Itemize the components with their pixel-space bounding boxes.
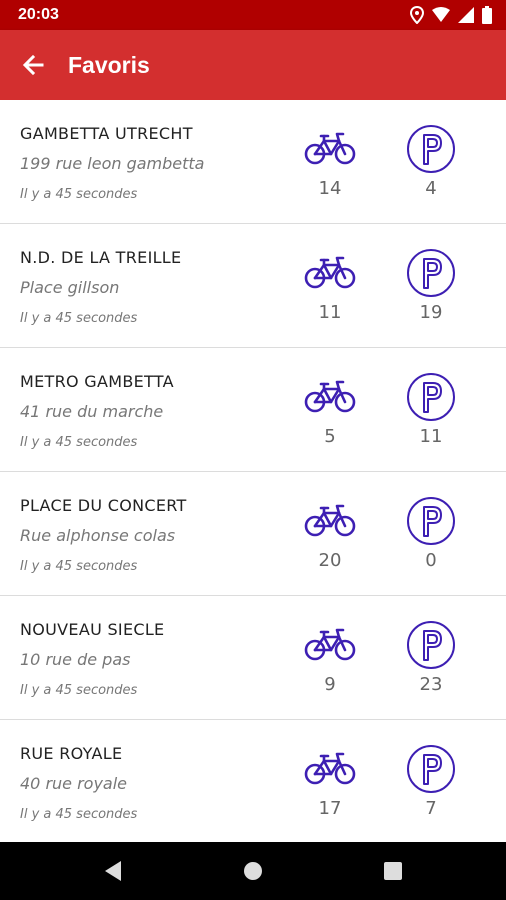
status-icons <box>410 6 492 24</box>
available-parking-count: 0 <box>425 550 437 571</box>
parking-icon <box>407 745 455 793</box>
back-button[interactable] <box>18 50 48 80</box>
station-address: 41 rue du marche <box>20 402 164 421</box>
available-parking-count: 19 <box>419 302 443 323</box>
available-parking-count: 7 <box>425 798 437 819</box>
page-title: Favoris <box>68 52 150 78</box>
parking-icon <box>407 373 455 421</box>
station-name: PLACE DU CONCERT <box>20 496 187 515</box>
parking-icon <box>407 621 455 669</box>
station-updated: Il y a 45 secondes <box>20 311 138 326</box>
parking-icon <box>407 125 455 173</box>
station-address: Place gillson <box>20 278 120 297</box>
triangle-back-icon <box>105 861 121 881</box>
station-updated: Il y a 45 secondes <box>20 559 138 574</box>
favorites-list: GAMBETTA UTRECHT 199 rue leon gambetta I… <box>0 100 506 842</box>
available-parking-count: 4 <box>425 178 437 199</box>
station-row[interactable]: PLACE DU CONCERT Rue alphonse colas Il y… <box>0 472 506 596</box>
station-row[interactable]: RUE ROYALE 40 rue royale Il y a 45 secon… <box>0 720 506 842</box>
bike-icon <box>304 256 356 289</box>
station-name: NOUVEAU SIECLE <box>20 620 165 639</box>
station-name: N.D. DE LA TREILLE <box>20 248 182 267</box>
battery-icon <box>482 6 492 24</box>
available-bikes-count: 14 <box>318 178 342 199</box>
status-time: 20:03 <box>18 6 59 23</box>
available-bikes-count: 17 <box>318 798 342 819</box>
circle-home-icon <box>244 862 262 880</box>
location-icon <box>410 6 424 24</box>
station-address: 40 rue royale <box>20 774 128 793</box>
available-bikes-count: 11 <box>318 302 342 323</box>
bike-icon <box>304 752 356 785</box>
signal-icon <box>458 7 474 23</box>
nav-home-button[interactable] <box>238 856 268 886</box>
parking-icon <box>407 497 455 545</box>
station-row[interactable]: NOUVEAU SIECLE 10 rue de pas Il y a 45 s… <box>0 596 506 720</box>
station-address: 199 rue leon gambetta <box>20 154 205 173</box>
nav-back-button[interactable] <box>98 856 128 886</box>
station-updated: Il y a 45 secondes <box>20 807 138 822</box>
station-updated: Il y a 45 secondes <box>20 683 138 698</box>
bike-icon <box>304 628 356 661</box>
status-bar: 20:03 <box>0 0 506 30</box>
wifi-icon <box>432 7 450 22</box>
station-row[interactable]: METRO GAMBETTA 41 rue du marche Il y a 4… <box>0 348 506 472</box>
available-bikes-count: 20 <box>318 550 342 571</box>
station-address: 10 rue de pas <box>20 650 131 669</box>
station-name: METRO GAMBETTA <box>20 372 174 391</box>
station-address: Rue alphonse colas <box>20 526 176 545</box>
arrow-back-icon <box>22 54 44 76</box>
station-row[interactable]: GAMBETTA UTRECHT 199 rue leon gambetta I… <box>0 100 506 224</box>
station-updated: Il y a 45 secondes <box>20 187 138 202</box>
bike-icon <box>304 504 356 537</box>
available-parking-count: 11 <box>419 426 443 447</box>
station-name: GAMBETTA UTRECHT <box>20 124 193 143</box>
available-bikes-count: 9 <box>324 674 336 695</box>
bike-icon <box>304 132 356 165</box>
station-row[interactable]: N.D. DE LA TREILLE Place gillson Il y a … <box>0 224 506 348</box>
navigation-bar <box>0 842 506 900</box>
available-bikes-count: 5 <box>324 426 336 447</box>
available-parking-count: 23 <box>419 674 443 695</box>
square-recents-icon <box>384 862 402 880</box>
parking-icon <box>407 249 455 297</box>
nav-recents-button[interactable] <box>378 856 408 886</box>
station-name: RUE ROYALE <box>20 744 123 763</box>
bike-icon <box>304 380 356 413</box>
station-updated: Il y a 45 secondes <box>20 435 138 450</box>
app-bar: Favoris <box>0 30 506 100</box>
